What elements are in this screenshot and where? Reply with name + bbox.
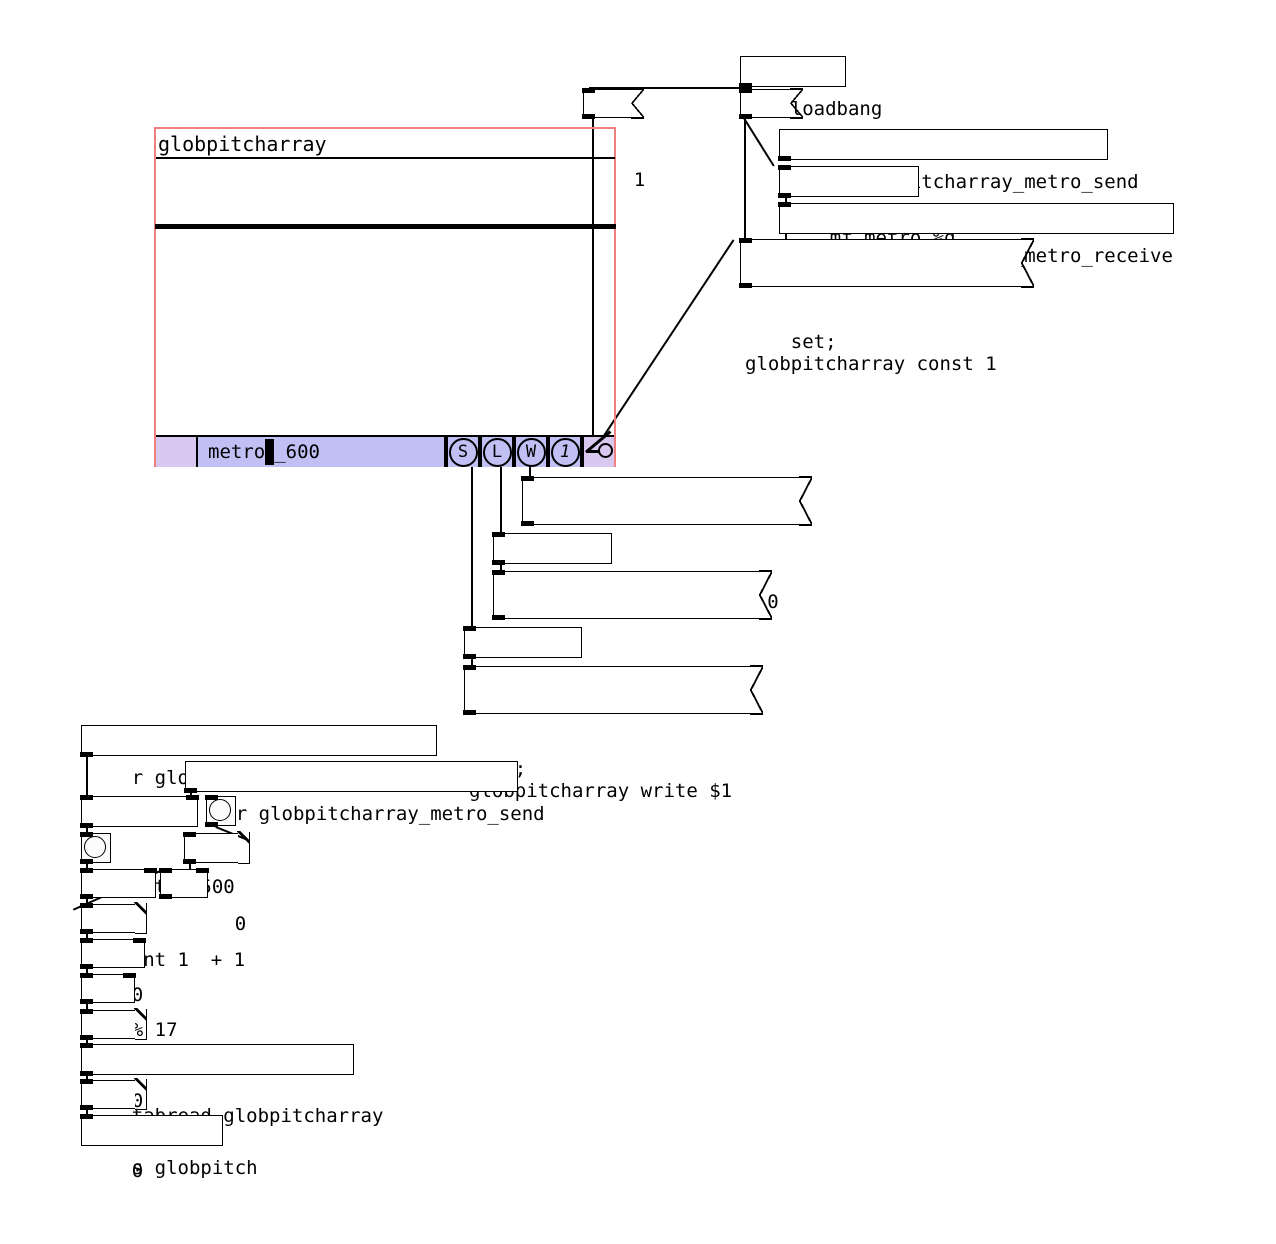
obj-loadbang-text: loadbang [790, 98, 883, 120]
array-name-input[interactable]: metro _600 [196, 437, 446, 467]
array-save-button[interactable]: S [446, 437, 480, 467]
array-mute-button[interactable] [582, 430, 614, 467]
number-box-int-out[interactable]: 0 [80, 902, 147, 1005]
obj-mf-metro[interactable]: mf metro_%g [778, 165, 956, 248]
array-load-button-label: L [482, 437, 512, 467]
bang-circle-icon [209, 799, 231, 821]
obj-plus-text: + 1 [210, 949, 246, 971]
array-write-button[interactable]: W [514, 437, 548, 467]
msg-array-read[interactable]: ; globpitcharray read $1 [492, 570, 772, 707]
obj-openpanel[interactable]: openpanel [492, 532, 647, 615]
obj-modulo[interactable]: % 17 [80, 938, 178, 1040]
array-one-button-label: 1 [550, 437, 580, 467]
text-caret [265, 439, 275, 465]
number-box-tabread-out[interactable]: 0 [80, 1078, 147, 1181]
array-name-input-text-b: _600 [274, 441, 320, 463]
msg-500[interactable]: 500 [739, 88, 825, 190]
msg-set-const-1-text: set; globpitcharray const 1 [745, 331, 997, 375]
array-name-input-text-a: metro [208, 441, 266, 463]
obj-send-metro-receive[interactable]: s globpitcharray_metro_receive [778, 202, 1174, 266]
bang-upper-right[interactable] [205, 795, 236, 827]
number-box-after-bang-value: 0 [234, 913, 247, 935]
obj-plus[interactable]: + 1 [159, 868, 245, 970]
msg-set-const-1[interactable]: set; globpitcharray const 1 [739, 238, 1034, 375]
cord-l-to-openpanel [500, 466, 502, 534]
pd-patch-canvas: globpitcharray metro _600 S L W 1 1 load… [0, 0, 1276, 1244]
array-trace-line [155, 224, 616, 229]
obj-int[interactable]: int 1 [80, 868, 189, 970]
number-box-minus-out[interactable]: 0 [80, 1008, 147, 1111]
obj-send-globpitch[interactable]: s globpitch [80, 1114, 258, 1178]
obj-receive-metronome-on[interactable]: r globpitcharray-metronome-on [80, 725, 464, 788]
cord-s-to-savepanel [471, 466, 473, 628]
msg-one-text: 1 [633, 169, 646, 191]
bang-circle-icon-2 [84, 836, 106, 858]
array-name-label: globpitcharray [158, 132, 327, 156]
obj-minus[interactable]: - 1 [80, 973, 166, 1075]
array-save-button-label: S [448, 437, 478, 467]
obj-metro[interactable]: metro 500 [80, 795, 235, 897]
array-editor-bar[interactable]: metro _600 S L W 1 [156, 430, 614, 467]
obj-loadbang[interactable]: loadbang [739, 56, 882, 119]
obj-receive-metro-send[interactable]: r globpitcharray_metro_send [778, 129, 1139, 192]
msg-one[interactable]: 1 [582, 88, 645, 190]
obj-send-globpitch-text: s globpitch [131, 1157, 258, 1179]
msg-array-write[interactable]: ; globpitcharray write $1 [463, 665, 763, 802]
array-graph-canvas[interactable] [154, 127, 616, 467]
obj-receive-metro-send-2[interactable]: r globpitcharray_metro_send [184, 761, 545, 824]
array-one-button[interactable]: 1 [548, 437, 582, 467]
array-load-button[interactable]: L [480, 437, 514, 467]
crossed-out-speaker-icon [584, 430, 613, 463]
msg-set-const-0[interactable]: set; globpitcharray const 0 [521, 476, 812, 613]
array-write-button-label: W [516, 437, 546, 467]
graph-top-rule [156, 157, 615, 159]
obj-tabread[interactable]: tabread globpitcharray [80, 1043, 383, 1126]
bang-left[interactable] [80, 832, 111, 864]
obj-receive-metro-send-2-text: r globpitcharray_metro_send [235, 803, 545, 825]
array-bar-left-pad [156, 437, 196, 467]
number-box-after-bang[interactable]: 0 [183, 831, 250, 934]
obj-savepanel[interactable]: savepanel [463, 626, 618, 709]
